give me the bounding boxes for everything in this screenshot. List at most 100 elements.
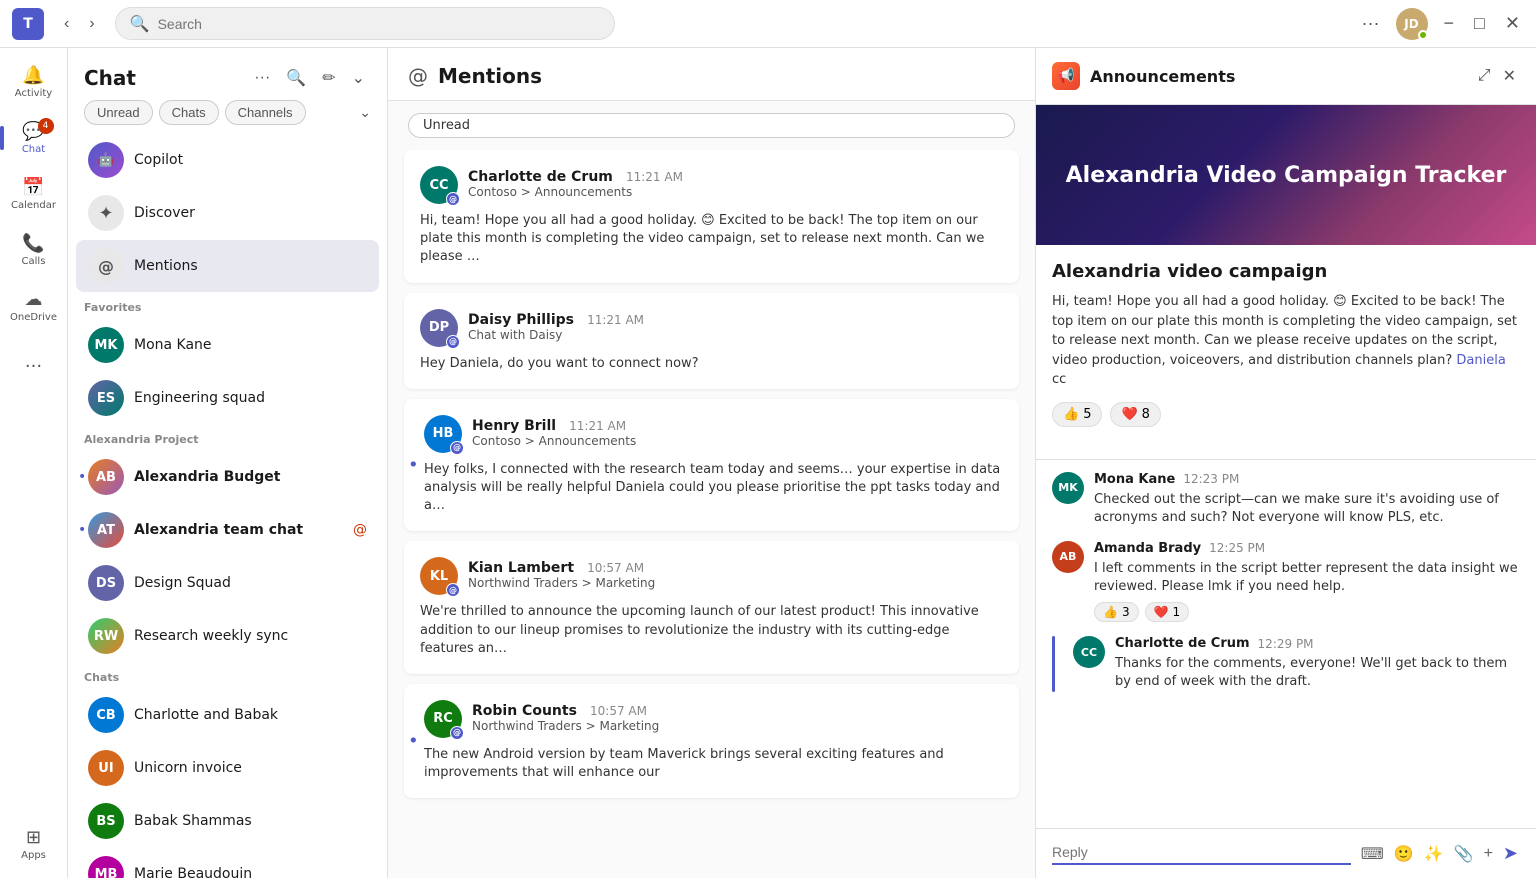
filter-chats[interactable]: Chats bbox=[159, 100, 219, 125]
chat-more-button[interactable]: ··· bbox=[248, 64, 276, 92]
ann-campaign-title: Alexandria video campaign bbox=[1052, 261, 1520, 282]
ann-close-button[interactable]: ✕ bbox=[1499, 62, 1520, 90]
reply-text-1: Checked out the script—can we make sure … bbox=[1094, 491, 1520, 527]
mentions-at-icon: @ bbox=[408, 64, 428, 88]
filter-more-button[interactable]: ⌄ bbox=[359, 104, 371, 121]
at-badge-4: @ bbox=[446, 583, 460, 597]
mention-info-5: Robin Counts 10:57 AM Northwind Traders … bbox=[472, 700, 1003, 733]
babak-avatar: BS bbox=[88, 803, 124, 839]
back-button[interactable]: ‹ bbox=[56, 11, 77, 37]
mention-card-1[interactable]: CC @ Charlotte de Crum 11:21 AM Contoso … bbox=[404, 150, 1019, 283]
forward-button[interactable]: › bbox=[81, 11, 102, 37]
mention-source-3: Contoso > Announcements bbox=[472, 434, 1003, 448]
chat-expand-button[interactable]: ⌄ bbox=[346, 64, 371, 92]
mention-name-4: Kian Lambert bbox=[468, 560, 574, 576]
eng-squad-name: Engineering squad bbox=[134, 390, 367, 406]
reply-reaction-thumbs-2[interactable]: 👍 3 bbox=[1094, 602, 1139, 622]
reaction-thumbs[interactable]: 👍 5 bbox=[1052, 402, 1102, 427]
at-badge-5: @ bbox=[450, 726, 464, 740]
reply-header-3: Charlotte de Crum 12:29 PM bbox=[1115, 636, 1520, 651]
sidebar-item-activity[interactable]: 🔔 Activity bbox=[8, 56, 60, 108]
mention-source-1: Contoso > Announcements bbox=[468, 185, 1003, 199]
filter-unread[interactable]: Unread bbox=[84, 100, 153, 125]
sidebar-item-apps[interactable]: ⊞ Apps bbox=[8, 818, 60, 870]
mention-info-4: Kian Lambert 10:57 AM Northwind Traders … bbox=[468, 557, 1003, 590]
navigation-buttons: ‹ › bbox=[56, 11, 103, 37]
chat-item-copilot[interactable]: 🤖 Copilot bbox=[76, 134, 379, 186]
chat-sidebar-header: Chat ··· 🔍 ✏ ⌄ bbox=[68, 48, 387, 100]
reply-name-1: Mona Kane bbox=[1094, 472, 1175, 487]
title-bar-right: ··· JD − □ ✕ bbox=[1358, 8, 1524, 40]
emoji-button[interactable]: 🙂 bbox=[1392, 842, 1416, 866]
chat-item-mona[interactable]: MK Mona Kane bbox=[76, 319, 379, 371]
chat-item-mentions[interactable]: @ Mentions bbox=[76, 240, 379, 292]
reply-content-1: Mona Kane 12:23 PM Checked out the scrip… bbox=[1094, 472, 1520, 527]
search-bar[interactable]: 🔍 bbox=[115, 7, 615, 40]
mention-avatar-5: RC @ bbox=[424, 700, 462, 738]
chat-item-research[interactable]: RW Research weekly sync bbox=[76, 610, 379, 662]
mention-card-5[interactable]: RC @ Robin Counts 10:57 AM Northwind Tra… bbox=[404, 684, 1019, 798]
calls-label: Calls bbox=[22, 256, 46, 267]
reaction-heart[interactable]: ❤️ 8 bbox=[1110, 402, 1160, 427]
copilot-avatar: 🤖 bbox=[88, 142, 124, 178]
reply-header-1: Mona Kane 12:23 PM bbox=[1094, 472, 1520, 487]
chat-item-alex-budget[interactable]: AB Alexandria Budget bbox=[76, 451, 379, 503]
mentions-avatar: @ bbox=[88, 248, 124, 284]
research-avatar: RW bbox=[88, 618, 124, 654]
chat-item-babak[interactable]: BS Babak Shammas bbox=[76, 795, 379, 847]
mention-name-1: Charlotte de Crum bbox=[468, 169, 613, 185]
send-button[interactable]: ➤ bbox=[1501, 841, 1520, 866]
chat-item-marie[interactable]: MB Marie Beaudouin bbox=[76, 848, 379, 878]
ai-button[interactable]: ✨ bbox=[1422, 842, 1446, 866]
chat-item-charlotte-babak[interactable]: CB Charlotte and Babak bbox=[76, 689, 379, 741]
chat-compose-button[interactable]: ✏ bbox=[316, 64, 341, 92]
babak-name: Babak Shammas bbox=[134, 813, 367, 829]
more-options-button[interactable]: ··· bbox=[1358, 9, 1384, 38]
alex-team-avatar: AT bbox=[88, 512, 124, 548]
chat-item-eng-squad[interactable]: ES Engineering squad bbox=[76, 372, 379, 424]
sidebar-item-calls[interactable]: 📞 Calls bbox=[8, 224, 60, 276]
format-button[interactable]: ⌨ bbox=[1359, 842, 1386, 866]
mention-card-4[interactable]: KL @ Kian Lambert 10:57 AM Northwind Tra… bbox=[404, 541, 1019, 674]
research-name: Research weekly sync bbox=[134, 628, 367, 644]
sidebar-item-chat[interactable]: 💬 4 Chat bbox=[8, 112, 60, 164]
search-input[interactable] bbox=[158, 16, 600, 32]
chat-item-design[interactable]: DS Design Squad bbox=[76, 557, 379, 609]
chat-search-button[interactable]: 🔍 bbox=[280, 64, 312, 92]
mention-text-4: We're thrilled to announce the upcoming … bbox=[420, 603, 1003, 658]
alex-team-name: Alexandria team chat bbox=[134, 522, 343, 538]
mona-avatar: MK bbox=[88, 327, 124, 363]
reply-reaction-heart-2[interactable]: ❤️ 1 bbox=[1145, 602, 1190, 622]
filter-channels[interactable]: Channels bbox=[225, 100, 306, 125]
minimize-button[interactable]: − bbox=[1440, 9, 1459, 38]
charlotte-babak-avatar: CB bbox=[88, 697, 124, 733]
close-button[interactable]: ✕ bbox=[1501, 9, 1524, 38]
mention-header-5: RC @ Robin Counts 10:57 AM Northwind Tra… bbox=[424, 700, 1003, 738]
mention-header-1: CC @ Charlotte de Crum 11:21 AM Contoso … bbox=[420, 166, 1003, 204]
user-avatar[interactable]: JD bbox=[1396, 8, 1428, 40]
reply-input[interactable] bbox=[1052, 844, 1233, 860]
heart-count: 8 bbox=[1142, 407, 1150, 422]
chat-item-alex-team[interactable]: AT Alexandria team chat @ bbox=[76, 504, 379, 556]
app-logo: T bbox=[12, 8, 44, 40]
attach-button[interactable]: 📎 bbox=[1452, 842, 1476, 866]
maximize-button[interactable]: □ bbox=[1470, 9, 1489, 38]
mentions-name: Mentions bbox=[134, 258, 367, 274]
chat-item-discover[interactable]: ✦ Discover bbox=[76, 187, 379, 239]
mention-header-4: KL @ Kian Lambert 10:57 AM Northwind Tra… bbox=[420, 557, 1003, 595]
reply-reactions-2: 👍 3 ❤️ 1 bbox=[1094, 602, 1520, 622]
chat-item-unicorn[interactable]: UI Unicorn invoice bbox=[76, 742, 379, 794]
campaign-reactions: 👍 5 ❤️ 8 bbox=[1052, 402, 1520, 427]
add-button[interactable]: + bbox=[1482, 843, 1495, 865]
sidebar-item-calendar[interactable]: 📅 Calendar bbox=[8, 168, 60, 220]
discover-avatar: ✦ bbox=[88, 195, 124, 231]
sidebar-item-onedrive[interactable]: ☁ OneDrive bbox=[8, 280, 60, 332]
mentions-unread-chip[interactable]: Unread bbox=[408, 113, 1015, 138]
reply-avatar-2: AB bbox=[1052, 541, 1084, 573]
chat-filter-bar: Unread Chats Channels ⌄ bbox=[68, 100, 387, 133]
sidebar-item-more[interactable]: ··· bbox=[8, 340, 60, 392]
mention-card-3[interactable]: HB @ Henry Brill 11:21 AM Contoso > Anno… bbox=[404, 399, 1019, 532]
reply-item-2: AB Amanda Brady 12:25 PM I left comments… bbox=[1052, 541, 1520, 622]
mention-card-2[interactable]: DP @ Daisy Phillips 11:21 AM Chat with D… bbox=[404, 293, 1019, 389]
ann-expand-button[interactable]: ⤢ bbox=[1474, 62, 1495, 90]
